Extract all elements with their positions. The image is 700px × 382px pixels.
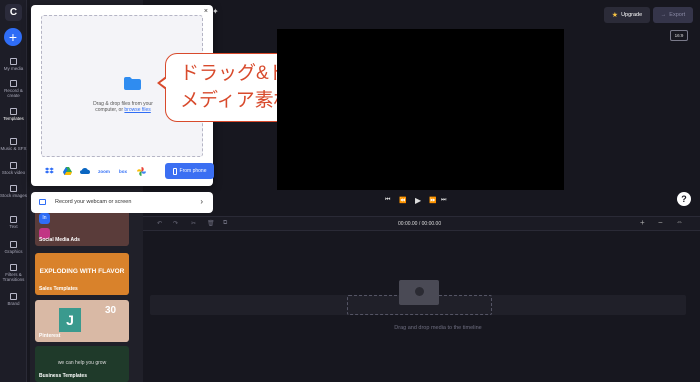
image-icon bbox=[10, 185, 17, 192]
template-label: Pinterest bbox=[39, 333, 61, 339]
template-label: Social Media Ads bbox=[39, 237, 80, 243]
template-label: Business Templates bbox=[39, 373, 87, 379]
timeline-drop-hint: Drag and drop media to the timeline bbox=[394, 325, 482, 331]
arrow-right-icon: → bbox=[660, 12, 667, 18]
zoom-icon[interactable]: zoom bbox=[97, 165, 111, 177]
camera-icon bbox=[10, 80, 17, 87]
close-icon[interactable]: × bbox=[204, 8, 208, 15]
box-icon[interactable]: box bbox=[117, 165, 129, 177]
text-icon bbox=[10, 216, 17, 223]
skip-forward-icon[interactable]: ⏭ bbox=[441, 197, 446, 204]
brand-icon bbox=[10, 293, 17, 300]
music-icon bbox=[10, 138, 17, 145]
browse-files-link[interactable]: browse files bbox=[124, 107, 150, 113]
app-logo[interactable]: C bbox=[5, 4, 22, 21]
template-caption: we can help you grow bbox=[57, 360, 107, 366]
rewind-icon[interactable]: ⏪ bbox=[399, 197, 406, 204]
zoom-out-icon[interactable]: − bbox=[658, 218, 663, 227]
sidebar-item-brand[interactable]: Brand bbox=[0, 293, 27, 306]
folder-icon bbox=[124, 77, 141, 90]
dropbox-icon[interactable] bbox=[43, 165, 55, 177]
video-preview bbox=[277, 29, 564, 190]
upgrade-button[interactable]: ★ Upgrade bbox=[604, 7, 650, 23]
redo-icon[interactable]: ↷ bbox=[173, 220, 178, 227]
magic-wand-icon[interactable]: ✦ bbox=[212, 7, 221, 16]
from-phone-button[interactable]: From phone bbox=[165, 163, 214, 179]
sidebar-item-filters-transitions[interactable]: Filters & Transitions bbox=[0, 264, 27, 282]
sidebar-item-stock-video[interactable]: Stock video bbox=[0, 162, 27, 175]
aspect-ratio-button[interactable]: 16:9 bbox=[670, 30, 688, 41]
sidebar-item-templates[interactable]: Templates bbox=[0, 108, 27, 121]
fit-timeline-icon[interactable]: ⇔ bbox=[676, 219, 683, 226]
onedrive-icon[interactable] bbox=[79, 165, 91, 177]
template-label: Sales Templates bbox=[39, 286, 78, 292]
forward-icon[interactable]: ⏩ bbox=[429, 197, 436, 204]
google-photos-icon[interactable] bbox=[135, 165, 147, 177]
webcam-icon bbox=[39, 199, 46, 205]
shapes-icon bbox=[10, 241, 17, 248]
sidebar-item-my-media[interactable]: My media bbox=[0, 58, 27, 71]
import-sources: zoom box From phone bbox=[43, 163, 214, 179]
playback-controls: ⏮ ⏪ ▶ ⏩ ⏭ bbox=[385, 196, 446, 207]
template-card-business-templates[interactable]: we can help you grow Business Templates bbox=[35, 346, 129, 382]
sidebar-item-record-create[interactable]: Record & create bbox=[0, 80, 27, 98]
undo-icon[interactable]: ↶ bbox=[157, 220, 162, 227]
export-button[interactable]: → Export bbox=[653, 7, 693, 23]
sidebar-item-text[interactable]: Text bbox=[0, 216, 27, 229]
chevron-right-icon: › bbox=[200, 197, 203, 206]
template-number: 30 bbox=[105, 305, 117, 316]
phone-icon bbox=[172, 167, 177, 175]
templates-icon bbox=[10, 108, 17, 115]
template-card-pinterest[interactable]: J 30 Pinterest bbox=[35, 300, 129, 342]
record-webcam-button[interactable]: Record your webcam or screen › bbox=[31, 192, 213, 213]
template-headline: EXPLODING WITH FLAVOR bbox=[39, 268, 125, 275]
folder-icon bbox=[10, 58, 17, 65]
template-card-sales-templates[interactable]: EXPLODING WITH FLAVOR Sales Templates bbox=[35, 253, 129, 295]
dragged-media-thumbnail[interactable] bbox=[399, 280, 439, 305]
film-icon bbox=[10, 162, 17, 169]
transitions-icon bbox=[10, 264, 17, 271]
google-drive-icon[interactable] bbox=[61, 165, 73, 177]
play-button[interactable]: ▶ bbox=[415, 196, 421, 205]
sidebar-item-graphics[interactable]: Graphics bbox=[0, 241, 27, 254]
zoom-in-icon[interactable]: + bbox=[640, 218, 645, 227]
delete-icon[interactable]: 🗑 bbox=[207, 220, 215, 227]
tree-image-icon bbox=[415, 287, 424, 296]
sidebar-item-music-sfx[interactable]: Music & SFX bbox=[0, 138, 27, 151]
sidebar-item-stock-images[interactable]: Stock images bbox=[0, 185, 27, 198]
timecode: 00:00.00 / 00:00.00 bbox=[398, 221, 442, 227]
cut-icon[interactable]: ✂ bbox=[191, 220, 196, 227]
linkedin-icon: In bbox=[39, 213, 50, 224]
skip-back-icon[interactable]: ⏮ bbox=[385, 197, 390, 204]
help-button[interactable]: ? bbox=[677, 192, 691, 206]
star-icon: ★ bbox=[611, 12, 619, 19]
copy-icon[interactable]: ⧉ bbox=[223, 220, 227, 227]
add-media-button[interactable]: + bbox=[4, 28, 22, 46]
